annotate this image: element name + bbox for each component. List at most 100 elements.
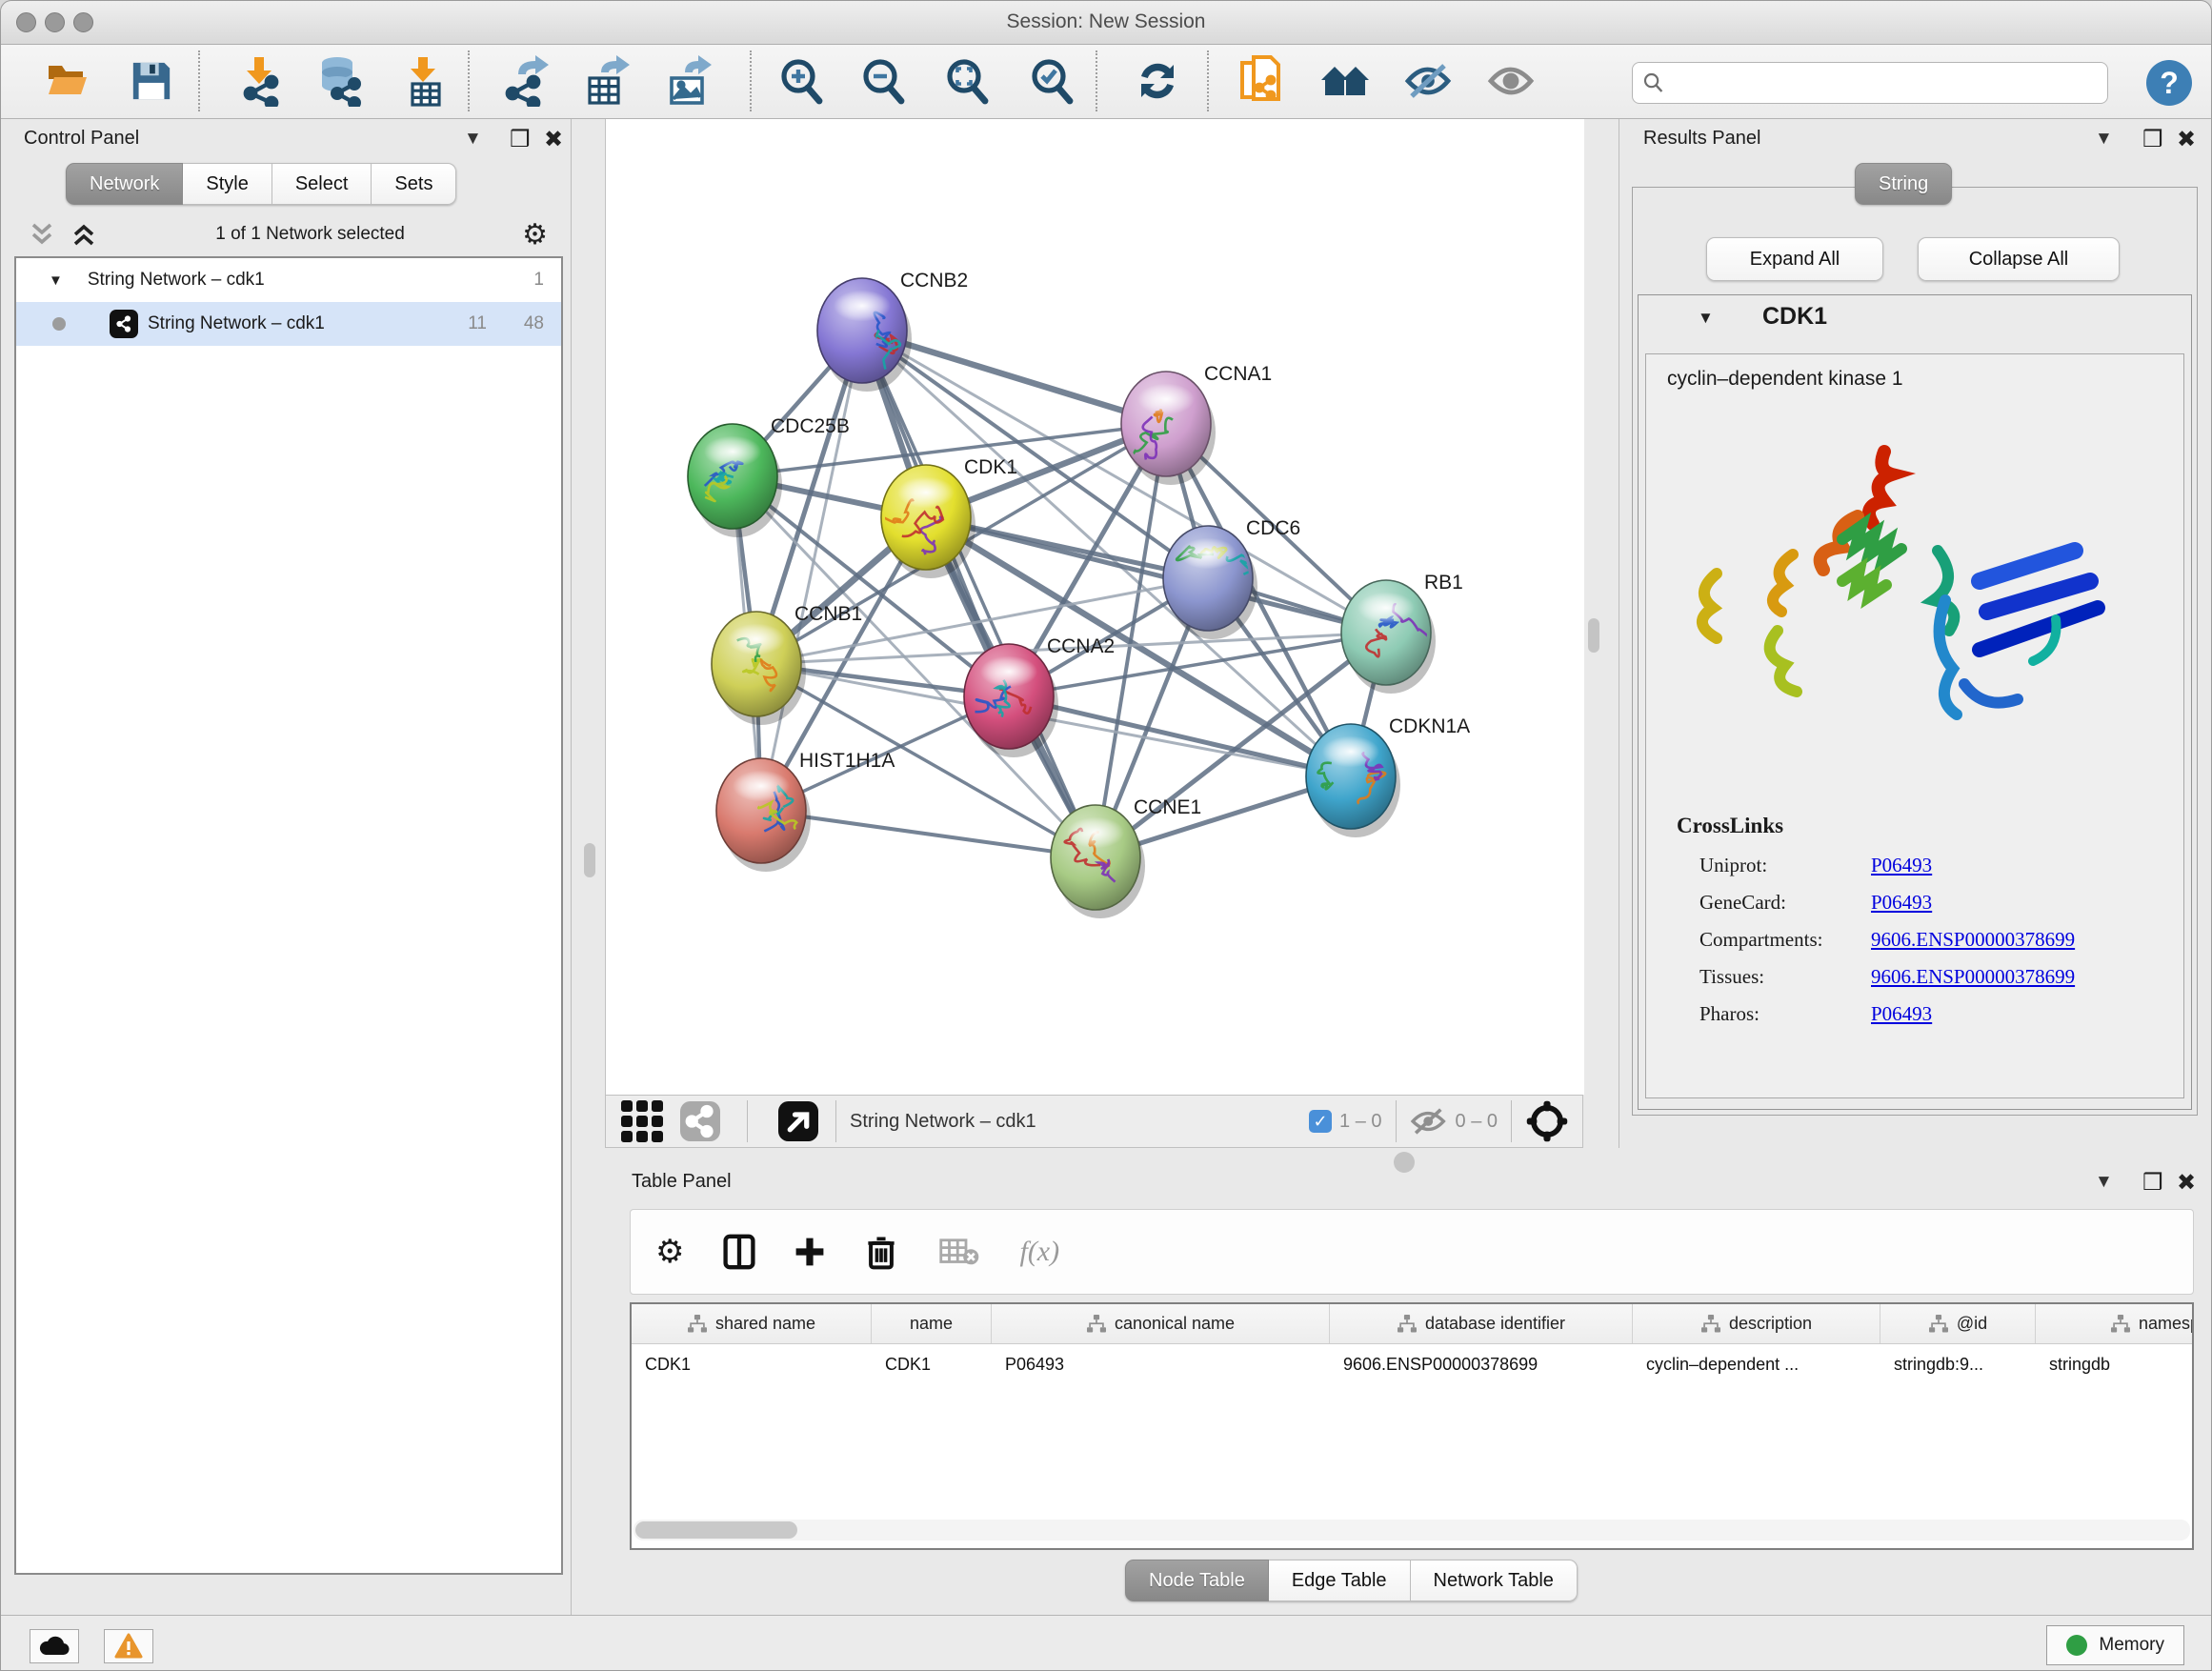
column-header-canonical-name[interactable]: canonical name [992, 1304, 1330, 1343]
node-CCNB2[interactable]: CCNB2 [817, 270, 968, 392]
table-options-gear-icon[interactable]: ⚙ [655, 1233, 684, 1271]
results-panel-float-icon[interactable]: ❒ [2142, 126, 2163, 153]
export-network-button[interactable] [499, 52, 554, 110]
tree-expand-icon[interactable]: ▼ [49, 272, 63, 289]
open-in-new-window-icon[interactable] [778, 1101, 818, 1141]
memory-button[interactable]: Memory [2046, 1625, 2184, 1665]
node-CCNB1[interactable]: CCNB1 [712, 603, 862, 725]
birdseye-navigator-icon[interactable] [1525, 1099, 1569, 1143]
apply-layout-button[interactable] [1130, 52, 1185, 110]
results-panel-collapse-icon[interactable]: ▼ [2095, 129, 2113, 150]
export-table-button[interactable] [580, 52, 635, 110]
network-row-selected[interactable]: String Network – cdk1 11 48 [16, 302, 561, 346]
control-panel-close-icon[interactable]: ✖ [544, 126, 563, 153]
table-cell[interactable]: stringdb [2036, 1344, 2194, 1384]
column-header-shared-name[interactable]: shared name [632, 1304, 872, 1343]
node-CDKN1A[interactable]: CDKN1A [1306, 715, 1470, 837]
table-panel-collapse-icon[interactable]: ▼ [2095, 1172, 2113, 1193]
home-button[interactable] [1317, 52, 1373, 110]
crosslink-value-link[interactable]: 9606.ENSP00000378699 [1871, 965, 2075, 989]
column-header-namespace[interactable]: namespace [2036, 1304, 2194, 1343]
table-cell[interactable]: cyclin–dependent ... [1633, 1344, 1880, 1384]
show-columns-icon[interactable] [722, 1233, 756, 1271]
column-header--id[interactable]: @id [1880, 1304, 2036, 1343]
hide-selected-button[interactable] [1401, 52, 1457, 110]
table-panel-float-icon[interactable]: ❒ [2142, 1169, 2163, 1197]
import-network-file-button[interactable] [231, 52, 287, 110]
tab-sets[interactable]: Sets [372, 163, 456, 205]
network-share-icon[interactable] [680, 1101, 720, 1141]
tab-string[interactable]: String [1855, 163, 1952, 205]
copy-network-button[interactable] [1234, 52, 1289, 110]
node-HIST1H1A[interactable]: HIST1H1A [716, 750, 895, 872]
zoom-fit-button[interactable] [939, 52, 995, 110]
edge-CDK1-RB1[interactable] [926, 517, 1386, 633]
show-all-button[interactable] [1484, 52, 1539, 110]
expand-all-icon[interactable] [70, 221, 98, 248]
save-session-button[interactable] [124, 52, 179, 110]
edge-CCNB2-CCNE1[interactable] [862, 331, 1096, 857]
column-header-database-identifier[interactable]: database identifier [1330, 1304, 1633, 1343]
gene-collapse-icon[interactable]: ▼ [1698, 309, 1714, 328]
tab-network[interactable]: Network [66, 163, 183, 205]
network-options-gear-icon[interactable]: ⚙ [522, 218, 548, 252]
open-session-button[interactable] [40, 52, 95, 110]
warning-status-button[interactable] [104, 1629, 153, 1663]
hidden-eye-slash-icon[interactable] [1410, 1105, 1448, 1137]
column-header-description[interactable]: description [1633, 1304, 1880, 1343]
crosslink-value-link[interactable]: P06493 [1871, 1002, 1932, 1026]
node-CCNA2[interactable]: CCNA2 [964, 635, 1115, 757]
right-splitter-grip[interactable] [1588, 618, 1599, 653]
toolbar-search[interactable] [1632, 62, 2108, 104]
collapse-all-button[interactable]: Collapse All [1918, 237, 2120, 281]
cloud-status-button[interactable] [30, 1629, 79, 1663]
zoom-out-button[interactable] [855, 52, 911, 110]
column-header-name[interactable]: name [872, 1304, 992, 1343]
table-row[interactable]: CDK1CDK1P064939606.ENSP00000378699cyclin… [632, 1344, 2192, 1384]
column-header-label: database identifier [1425, 1314, 1565, 1334]
node-CDC6[interactable]: CDC6 [1163, 517, 1300, 639]
node-CCNA1[interactable]: CCNA1 [1121, 363, 1272, 485]
add-column-icon[interactable] [793, 1235, 827, 1269]
crosslink-label: Uniprot: [1699, 854, 1871, 877]
horizontal-splitter-grip[interactable] [1394, 1152, 1415, 1173]
node-CCNE1[interactable]: CCNE1 [1051, 796, 1201, 918]
export-image-button[interactable] [662, 52, 717, 110]
node-RB1[interactable]: RB1 [1341, 572, 1463, 694]
edge-HIST1H1A-CCNE1[interactable] [761, 811, 1096, 857]
import-network-database-button[interactable] [312, 52, 367, 110]
results-panel-close-icon[interactable]: ✖ [2177, 126, 2196, 153]
table-cell[interactable]: stringdb:9... [1880, 1344, 2036, 1384]
zoom-in-button[interactable] [774, 52, 829, 110]
grid-view-icon[interactable] [619, 1098, 665, 1144]
table-cell[interactable]: 9606.ENSP00000378699 [1330, 1344, 1633, 1384]
tab-network-table[interactable]: Network Table [1411, 1560, 1578, 1601]
left-splitter-grip[interactable] [584, 843, 595, 877]
tab-edge-table[interactable]: Edge Table [1269, 1560, 1411, 1601]
crosslink-value-link[interactable]: 9606.ENSP00000378699 [1871, 928, 2075, 952]
network-canvas[interactable]: CCNB2CCNA1CDC25BCDK1CDC6RB1CCNB1CCNA2CDK… [605, 119, 1584, 1095]
table-horizontal-scrollbar[interactable] [633, 1520, 2190, 1540]
table-cell[interactable]: CDK1 [872, 1344, 992, 1384]
table-panel-close-icon[interactable]: ✖ [2177, 1169, 2196, 1197]
zoom-selected-button[interactable] [1024, 52, 1079, 110]
crosslink-value-link[interactable]: P06493 [1871, 891, 1932, 915]
control-panel-collapse-icon[interactable]: ▼ [464, 129, 482, 150]
expand-all-button[interactable]: Expand All [1706, 237, 1883, 281]
table-cell[interactable]: CDK1 [632, 1344, 872, 1384]
collapse-all-icon[interactable] [28, 221, 56, 248]
scrollbar-thumb[interactable] [635, 1521, 797, 1539]
tab-node-table[interactable]: Node Table [1125, 1560, 1269, 1601]
edge-CCNB2-HIST1H1A[interactable] [761, 331, 862, 811]
tab-select[interactable]: Select [272, 163, 372, 205]
import-table-file-button[interactable] [396, 52, 452, 110]
control-panel-float-icon[interactable]: ❒ [510, 126, 531, 153]
crosslink-value-link[interactable]: P06493 [1871, 854, 1932, 877]
network-collection-row[interactable]: ▼ String Network – cdk1 1 [16, 258, 561, 302]
help-button[interactable]: ? [2146, 60, 2192, 106]
table-cell[interactable]: P06493 [992, 1344, 1330, 1384]
tab-style[interactable]: Style [183, 163, 271, 205]
selected-checkbox-icon[interactable]: ✓ [1309, 1110, 1332, 1133]
search-input[interactable] [1673, 71, 2098, 94]
delete-column-trash-icon[interactable] [865, 1233, 897, 1271]
